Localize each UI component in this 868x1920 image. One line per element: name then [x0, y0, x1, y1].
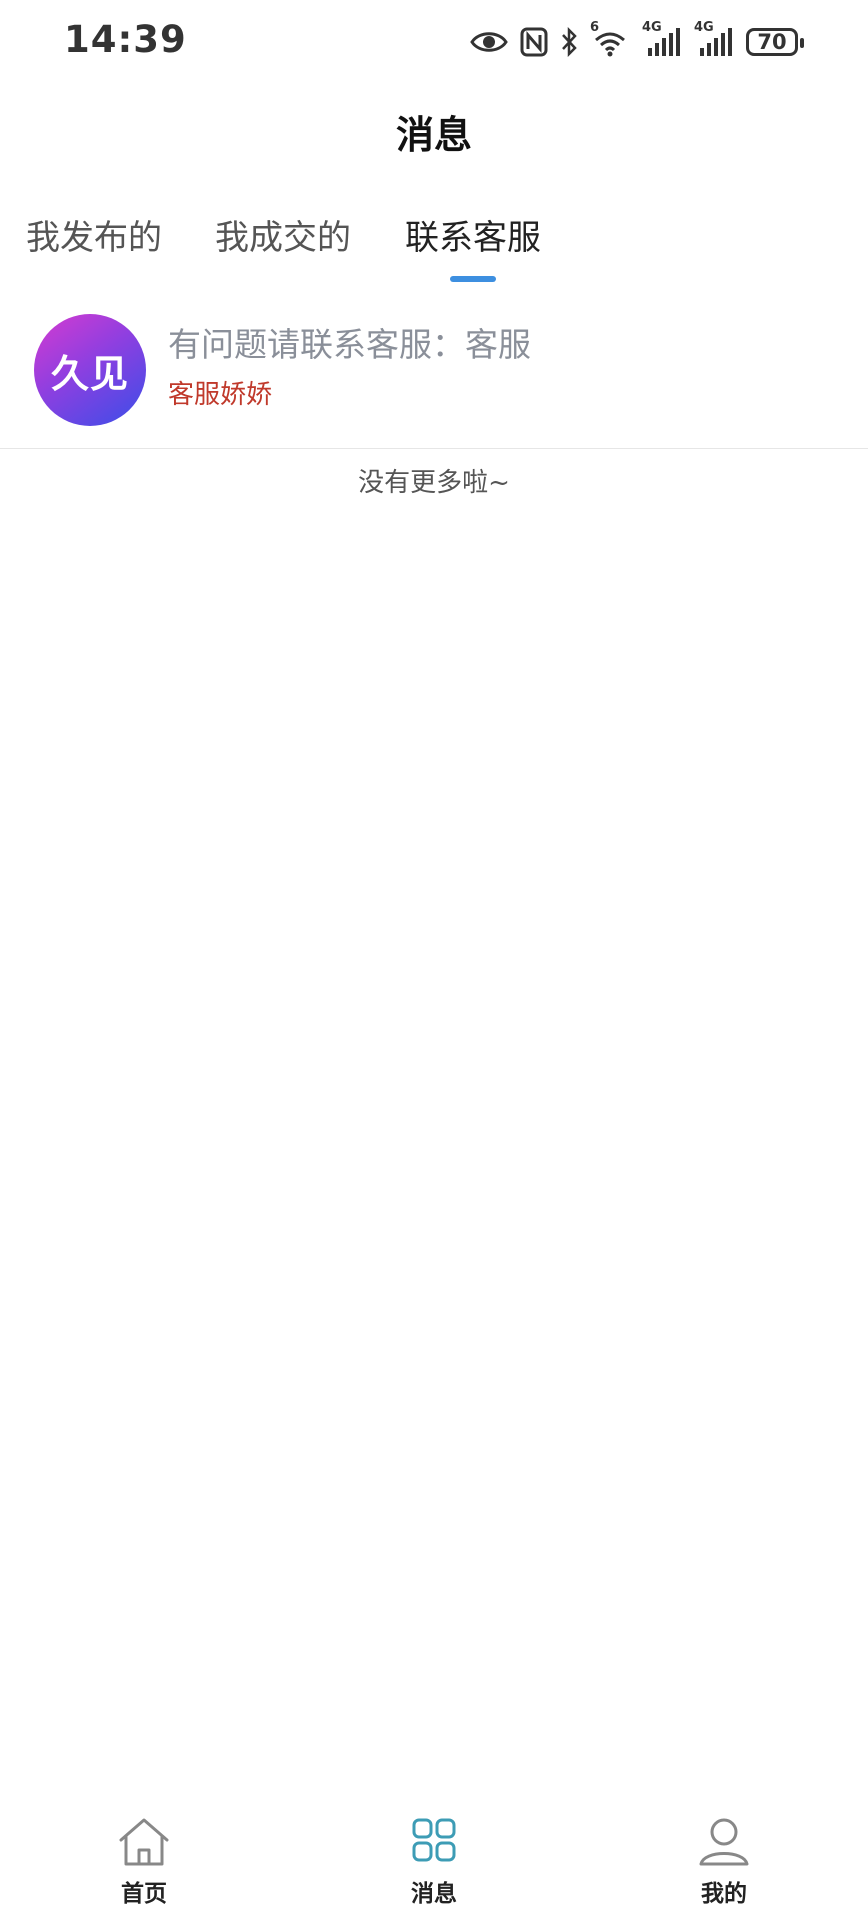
avatar: 久见 [34, 314, 146, 426]
message-sender: 客服娇娇 [168, 380, 273, 410]
grid-icon [412, 1818, 456, 1862]
status-time: 14:39 [64, 18, 187, 61]
nav-label-profile: 我的 [701, 1881, 747, 1907]
signal-icon: 4G [694, 20, 734, 60]
tab-active-indicator [450, 276, 496, 282]
signal-icon: 4G [642, 20, 682, 60]
page-title: 消息 [395, 113, 472, 157]
nav-label-messages: 消息 [411, 1881, 457, 1907]
screen: 14:39 6 4G 4G 70 消息 我发布的 我成交的 联系客服 久见 有问… [0, 0, 868, 1920]
nav-label-home: 首页 [121, 1881, 167, 1907]
wifi-icon: 6 [590, 20, 630, 60]
eye-icon [470, 29, 508, 55]
nav-item-messages[interactable]: 消息 [374, 1816, 494, 1908]
bottom-nav: 首页 消息 我的 [0, 1802, 868, 1920]
user-icon [699, 1818, 749, 1866]
tab-my-posts[interactable]: 我发布的 [26, 210, 162, 259]
message-title: 有问题请联系客服：客服 [168, 325, 531, 364]
list-end-text: 没有更多啦~ [358, 468, 510, 498]
nav-item-profile[interactable]: 我的 [664, 1816, 784, 1908]
home-icon [119, 1818, 169, 1866]
list-item[interactable]: 久见 有问题请联系客服：客服 客服娇娇 [0, 296, 868, 449]
nav-item-home[interactable]: 首页 [84, 1816, 204, 1908]
status-bar: 14:39 6 4G 4G 70 [0, 0, 868, 84]
bluetooth-icon [560, 27, 578, 57]
tab-bar: 我发布的 我成交的 联系客服 [0, 210, 868, 286]
status-icons: 6 4G 4G 70 [470, 20, 804, 62]
tab-my-deals[interactable]: 我成交的 [215, 210, 351, 259]
battery-level: 70 [757, 30, 787, 54]
tab-contact-support[interactable]: 联系客服 [405, 210, 541, 259]
message-list: 久见 有问题请联系客服：客服 客服娇娇 [0, 296, 868, 449]
battery-icon: 70 [746, 28, 804, 56]
nfc-icon [520, 27, 548, 57]
